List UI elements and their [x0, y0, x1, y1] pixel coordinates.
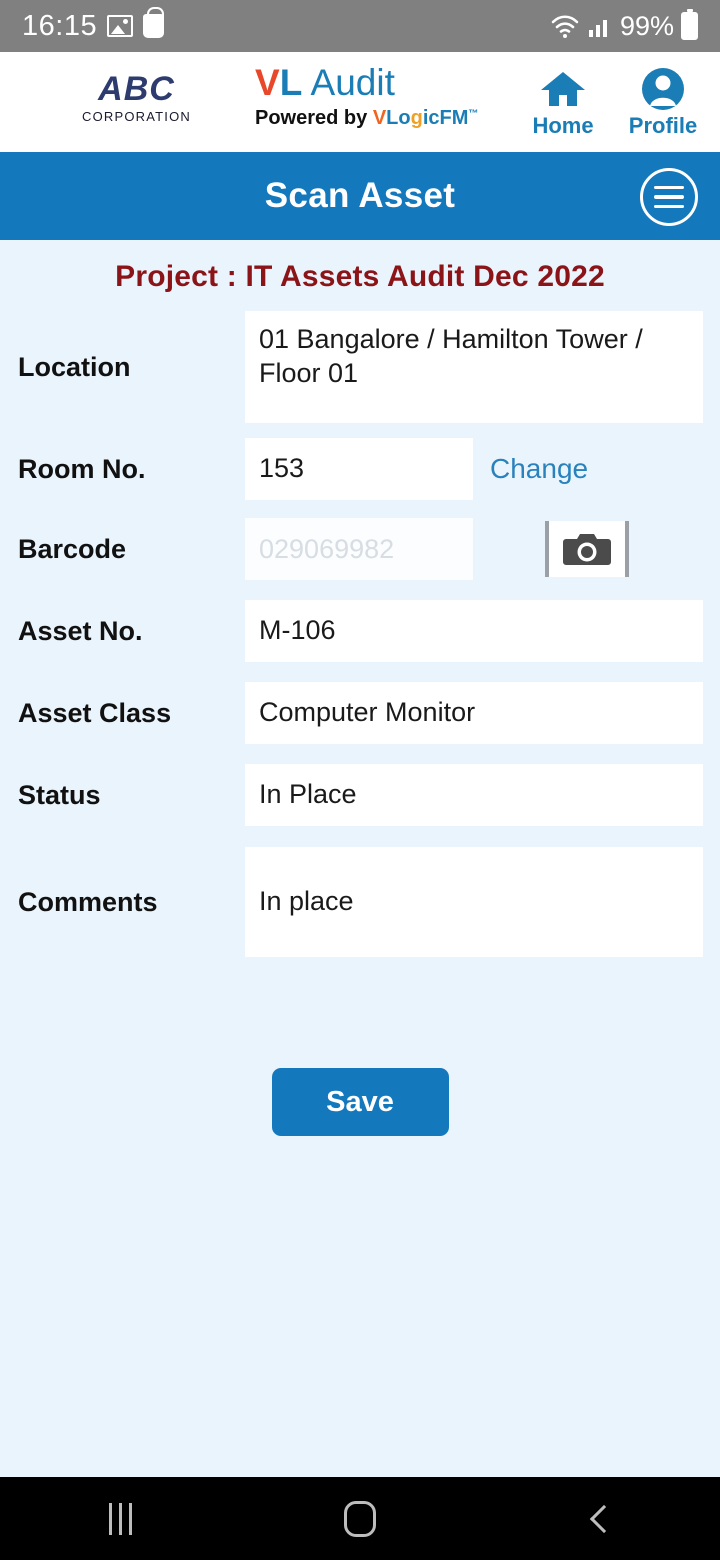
vlogicfm-g: g — [410, 106, 423, 129]
app-logo-l: L — [279, 62, 303, 103]
barcode-label: Barcode — [18, 533, 127, 564]
barcode-input[interactable]: 029069982 — [245, 518, 473, 580]
nav-profile-button[interactable]: Profile — [624, 66, 702, 139]
form-row-barcode: Barcode 029069982 — [0, 510, 720, 588]
home-square-icon — [344, 1500, 376, 1537]
nav-home-button[interactable]: Home — [524, 66, 602, 139]
form-row-asset-no: Asset No. M-106 — [0, 592, 720, 670]
battery-icon — [681, 9, 698, 40]
brand-header: ABC CORPORATION VL Audit Powered by VLog… — [0, 52, 720, 152]
location-field[interactable]: 01 Bangalore / Hamilton Tower / Floor 01 — [245, 311, 703, 423]
home-button[interactable] — [300, 1489, 420, 1549]
room-no-field[interactable]: 153 — [245, 438, 473, 500]
recents-icon — [108, 1502, 132, 1535]
home-icon — [524, 66, 602, 112]
status-bar: 16:15 99% — [0, 0, 720, 52]
trademark-symbol: ™ — [468, 108, 479, 120]
back-chevron-icon — [589, 1504, 618, 1533]
form-row-room-no: Room No. 153 Change — [0, 430, 720, 508]
save-button[interactable]: Save — [271, 1068, 449, 1136]
nav-home-label: Home — [532, 113, 594, 138]
nav-profile-label: Profile — [628, 113, 698, 138]
scan-asset-form: Location 01 Bangalore / Hamilton Tower /… — [0, 308, 720, 1136]
comments-field[interactable]: In place — [245, 847, 703, 957]
asset-class-field[interactable]: Computer Monitor — [245, 682, 703, 744]
location-label: Location — [18, 351, 131, 382]
vlogicfm-v: V — [372, 106, 387, 129]
status-field[interactable]: In Place — [245, 764, 703, 826]
app-logo-title: VL Audit — [255, 62, 485, 103]
comments-label: Comments — [18, 886, 158, 917]
form-row-comments: Comments In place — [0, 842, 720, 962]
photo-icon — [107, 15, 134, 37]
signal-icon — [588, 20, 607, 37]
status-bar-left: 16:15 — [22, 7, 165, 43]
recents-button[interactable] — [60, 1489, 180, 1549]
asset-no-field[interactable]: M-106 — [245, 600, 703, 662]
change-room-link[interactable]: Change — [490, 453, 588, 485]
app-logo-v: V — [255, 62, 280, 103]
camera-scan-button[interactable] — [545, 521, 629, 577]
company-logo-name: ABC — [98, 70, 175, 108]
status-bar-right: 99% — [550, 9, 698, 42]
shopping-bag-icon — [143, 7, 165, 38]
asset-no-label: Asset No. — [18, 615, 143, 646]
profile-icon — [624, 66, 702, 112]
page-title-bar: Scan Asset — [0, 152, 720, 240]
status-time: 16:15 — [22, 9, 98, 42]
save-button-container: Save — [0, 1068, 720, 1136]
battery-percent: 99% — [619, 10, 674, 41]
asset-class-label: Asset Class — [18, 697, 172, 728]
menu-line — [654, 204, 684, 209]
hamburger-menu-icon[interactable] — [640, 168, 698, 226]
app-logo: VL Audit Powered by VLogicFM™ — [255, 62, 485, 130]
company-logo-subtitle: CORPORATION — [82, 109, 192, 124]
app-logo-audit: Audit — [302, 62, 395, 103]
camera-icon — [563, 534, 611, 565]
phone-screen: 16:15 99% ABC CORPORATION VL Audit Power… — [0, 0, 720, 1560]
vlogicfm-lo: Lo — [386, 106, 411, 129]
menu-line — [654, 195, 684, 199]
form-row-status: Status In Place — [0, 756, 720, 834]
powered-by-line: Powered by VLogicFM™ — [255, 107, 485, 130]
barcode-placeholder: 029069982 — [259, 533, 395, 564]
room-no-label: Room No. — [18, 453, 146, 484]
main-content: Project : IT Assets Audit Dec 2022 Locat… — [0, 240, 720, 1477]
project-heading: Project : IT Assets Audit Dec 2022 — [115, 260, 605, 293]
menu-line — [654, 185, 684, 190]
wifi-icon — [551, 15, 579, 38]
powered-by-text: Powered by — [255, 106, 368, 129]
status-label: Status — [18, 779, 101, 810]
page-title: Scan Asset — [264, 176, 456, 215]
company-logo: ABC CORPORATION — [82, 72, 191, 124]
header-nav: Home Profile — [524, 66, 702, 139]
form-row-asset-class: Asset Class Computer Monitor — [0, 674, 720, 752]
back-button[interactable] — [540, 1489, 660, 1549]
android-nav-bar — [0, 1477, 720, 1560]
vlogicfm-icfm: icFM — [422, 106, 469, 129]
form-row-location: Location 01 Bangalore / Hamilton Tower /… — [0, 308, 720, 426]
